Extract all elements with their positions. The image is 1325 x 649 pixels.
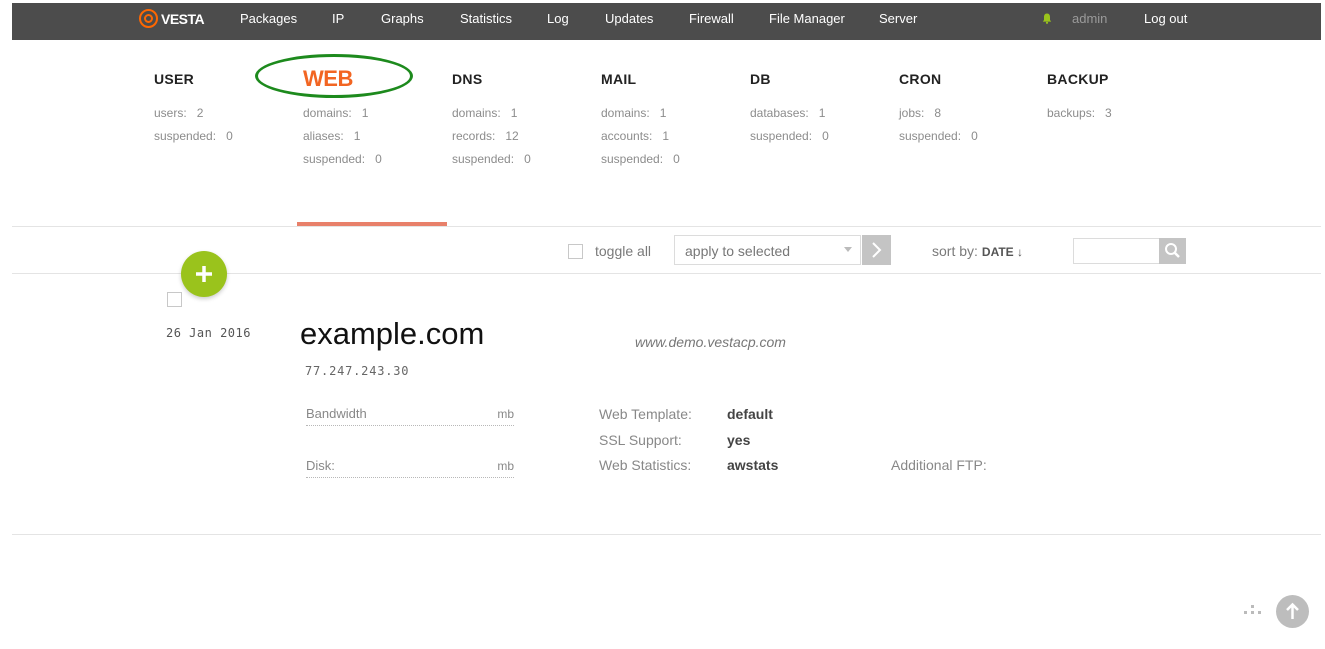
shortcuts-icon[interactable]: [1244, 605, 1262, 617]
stat-dns-suspended: suspended: 0: [452, 152, 531, 166]
bell-icon[interactable]: [1042, 13, 1052, 24]
current-user[interactable]: admin: [1072, 11, 1107, 26]
disk-label: Disk:: [306, 458, 335, 473]
domain-ip: 77.247.243.30: [305, 364, 410, 378]
row-checkbox[interactable]: [167, 292, 182, 307]
row-date: 26 Jan 2016: [166, 326, 251, 340]
apply-button[interactable]: [862, 235, 891, 265]
apply-to-selected-select[interactable]: apply to selected: [674, 235, 861, 265]
stat-web-aliases: aliases: 1: [303, 129, 361, 143]
toggle-all-checkbox[interactable]: [568, 244, 583, 259]
domain-name[interactable]: example.com: [300, 316, 484, 352]
stat-users: users: 2: [154, 106, 204, 120]
domain-alias: www.demo.vestacp.com: [635, 334, 786, 350]
sort-by-label: sort by:: [932, 243, 978, 259]
section-title-mail[interactable]: MAIL: [601, 71, 636, 87]
nav-ip[interactable]: IP: [332, 11, 344, 26]
web-statistics-label: Web Statistics:: [599, 457, 692, 473]
add-web-domain-button[interactable]: [181, 251, 227, 297]
chevron-down-icon: [844, 247, 852, 252]
web-template-value: default: [727, 406, 773, 422]
nav-file-manager[interactable]: File Manager: [769, 11, 845, 26]
divider: [12, 226, 1321, 227]
section-title-web[interactable]: WEB: [303, 66, 353, 92]
apply-select-value: apply to selected: [685, 243, 791, 259]
sort-field[interactable]: DATE ↓: [982, 245, 1023, 259]
scroll-top-button[interactable]: [1276, 595, 1309, 628]
section-title-cron[interactable]: CRON: [899, 71, 941, 87]
section-title-dns[interactable]: DNS: [452, 71, 482, 87]
search-input[interactable]: [1073, 238, 1160, 264]
stat-mail-domains: domains: 1: [601, 106, 667, 120]
ssl-support-label: SSL Support:: [599, 432, 682, 448]
search-icon: [1165, 243, 1180, 258]
nav-log[interactable]: Log: [547, 11, 569, 26]
stat-dns-domains: domains: 1: [452, 106, 518, 120]
nav-graphs[interactable]: Graphs: [381, 11, 424, 26]
stat-dns-records: records: 12: [452, 129, 519, 143]
disk-meter: Disk: mb: [306, 458, 514, 478]
stat-mail-suspended: suspended: 0: [601, 152, 680, 166]
nav-updates[interactable]: Updates: [605, 11, 653, 26]
toggle-all-label[interactable]: toggle all: [595, 243, 651, 259]
bandwidth-unit: mb: [497, 407, 514, 421]
stat-cron-suspended: suspended: 0: [899, 129, 978, 143]
section-title-user[interactable]: USER: [154, 71, 194, 87]
stat-web-suspended: suspended: 0: [303, 152, 382, 166]
stat-cron-jobs: jobs: 8: [899, 106, 942, 120]
stat-user-suspended: suspended: 0: [154, 129, 233, 143]
divider: [12, 534, 1321, 535]
disk-unit: mb: [497, 459, 514, 473]
top-navbar: [12, 3, 1321, 40]
arrow-up-icon: [1286, 602, 1299, 619]
web-template-label: Web Template:: [599, 406, 692, 422]
vesta-logo[interactable]: VESTA: [139, 9, 205, 28]
web-statistics-value: awstats: [727, 457, 779, 473]
sort-by-control[interactable]: sort by: DATE ↓: [932, 243, 1023, 259]
nav-firewall[interactable]: Firewall: [689, 11, 734, 26]
nav-packages[interactable]: Packages: [240, 11, 297, 26]
chevron-right-icon: [872, 242, 882, 258]
nav-server[interactable]: Server: [879, 11, 917, 26]
stat-backups: backups: 3: [1047, 106, 1112, 120]
nav-statistics[interactable]: Statistics: [460, 11, 512, 26]
ssl-support-value: yes: [727, 432, 751, 448]
logo-text: VESTA: [161, 10, 205, 27]
stat-mail-accounts: accounts: 1: [601, 129, 670, 143]
stat-db-databases: databases: 1: [750, 106, 826, 120]
search-button[interactable]: [1159, 238, 1186, 264]
vesta-logo-icon: [139, 9, 158, 28]
plus-icon: [196, 266, 212, 282]
stat-web-domains: domains: 1: [303, 106, 369, 120]
bandwidth-label: Bandwidth: [306, 406, 367, 421]
logout-link[interactable]: Log out: [1144, 11, 1187, 26]
bandwidth-meter: Bandwidth mb: [306, 406, 514, 426]
additional-ftp-label: Additional FTP:: [891, 457, 987, 473]
section-title-backup[interactable]: BACKUP: [1047, 71, 1109, 87]
section-title-db[interactable]: DB: [750, 71, 771, 87]
stat-db-suspended: suspended: 0: [750, 129, 829, 143]
